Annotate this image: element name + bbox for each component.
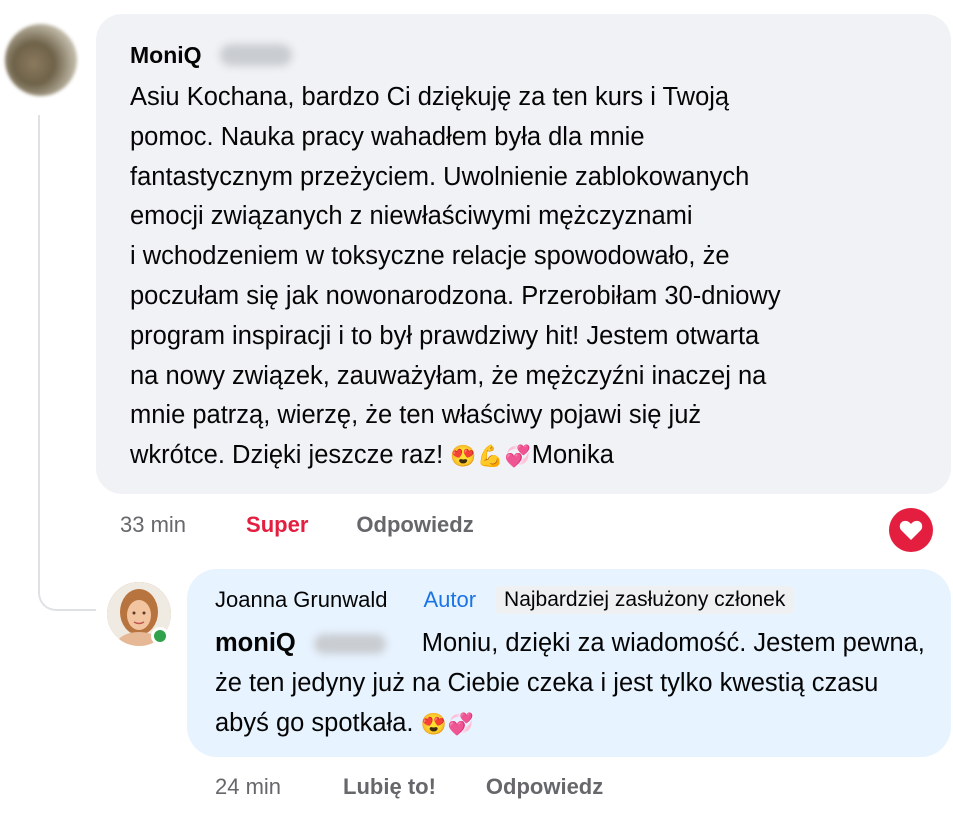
comment-author[interactable]: MoniQ xyxy=(130,42,202,69)
reaction-button[interactable]: Super xyxy=(246,512,308,538)
blurred-badge xyxy=(313,634,386,655)
author-tag: Autor xyxy=(423,587,477,612)
like-button[interactable]: Lubię to! xyxy=(343,774,436,800)
reply-button[interactable]: Odpowiedz xyxy=(486,774,603,800)
comment-body: Asiu Kochana, bardzo Ci dziękuję za ten … xyxy=(130,83,781,470)
reply-author[interactable]: Joanna Grunwald xyxy=(215,587,387,613)
emoji-group: 😍💪💞 xyxy=(450,445,532,469)
thread-connector xyxy=(38,591,96,611)
blurred-badge xyxy=(219,44,292,66)
comment-actions: 33 min Super Odpowiedz xyxy=(120,508,474,542)
heart-icon xyxy=(899,520,923,540)
reaction-count-badge[interactable] xyxy=(889,508,933,552)
thread-line xyxy=(38,115,40,593)
reply-timestamp[interactable]: 24 min xyxy=(215,774,281,800)
reply-bubble: Joanna Grunwald Autor Najbardziej zasłuż… xyxy=(187,569,951,757)
reply-actions: 24 min Lubię to! Odpowiedz xyxy=(215,770,603,804)
comment-timestamp[interactable]: 33 min xyxy=(120,512,186,538)
reply-button[interactable]: Odpowiedz xyxy=(356,512,473,538)
comment-bubble: MoniQ Asiu Kochana, bardzo Ci dziękuję z… xyxy=(96,14,951,494)
comment-signature: Monika xyxy=(531,441,614,470)
mention-link[interactable]: moniQ xyxy=(215,629,296,657)
avatar[interactable] xyxy=(5,24,77,96)
emoji-group: 😍💞 xyxy=(420,713,475,736)
online-status-indicator xyxy=(151,627,169,645)
reply-text: moniQ Moniu, dzięki za wiadomość. Jestem … xyxy=(215,623,935,745)
member-badge[interactable]: Najbardziej zasłużony członek xyxy=(496,586,794,614)
comment-text: Asiu Kochana, bardzo Ci dziękuję za ten … xyxy=(130,78,930,477)
